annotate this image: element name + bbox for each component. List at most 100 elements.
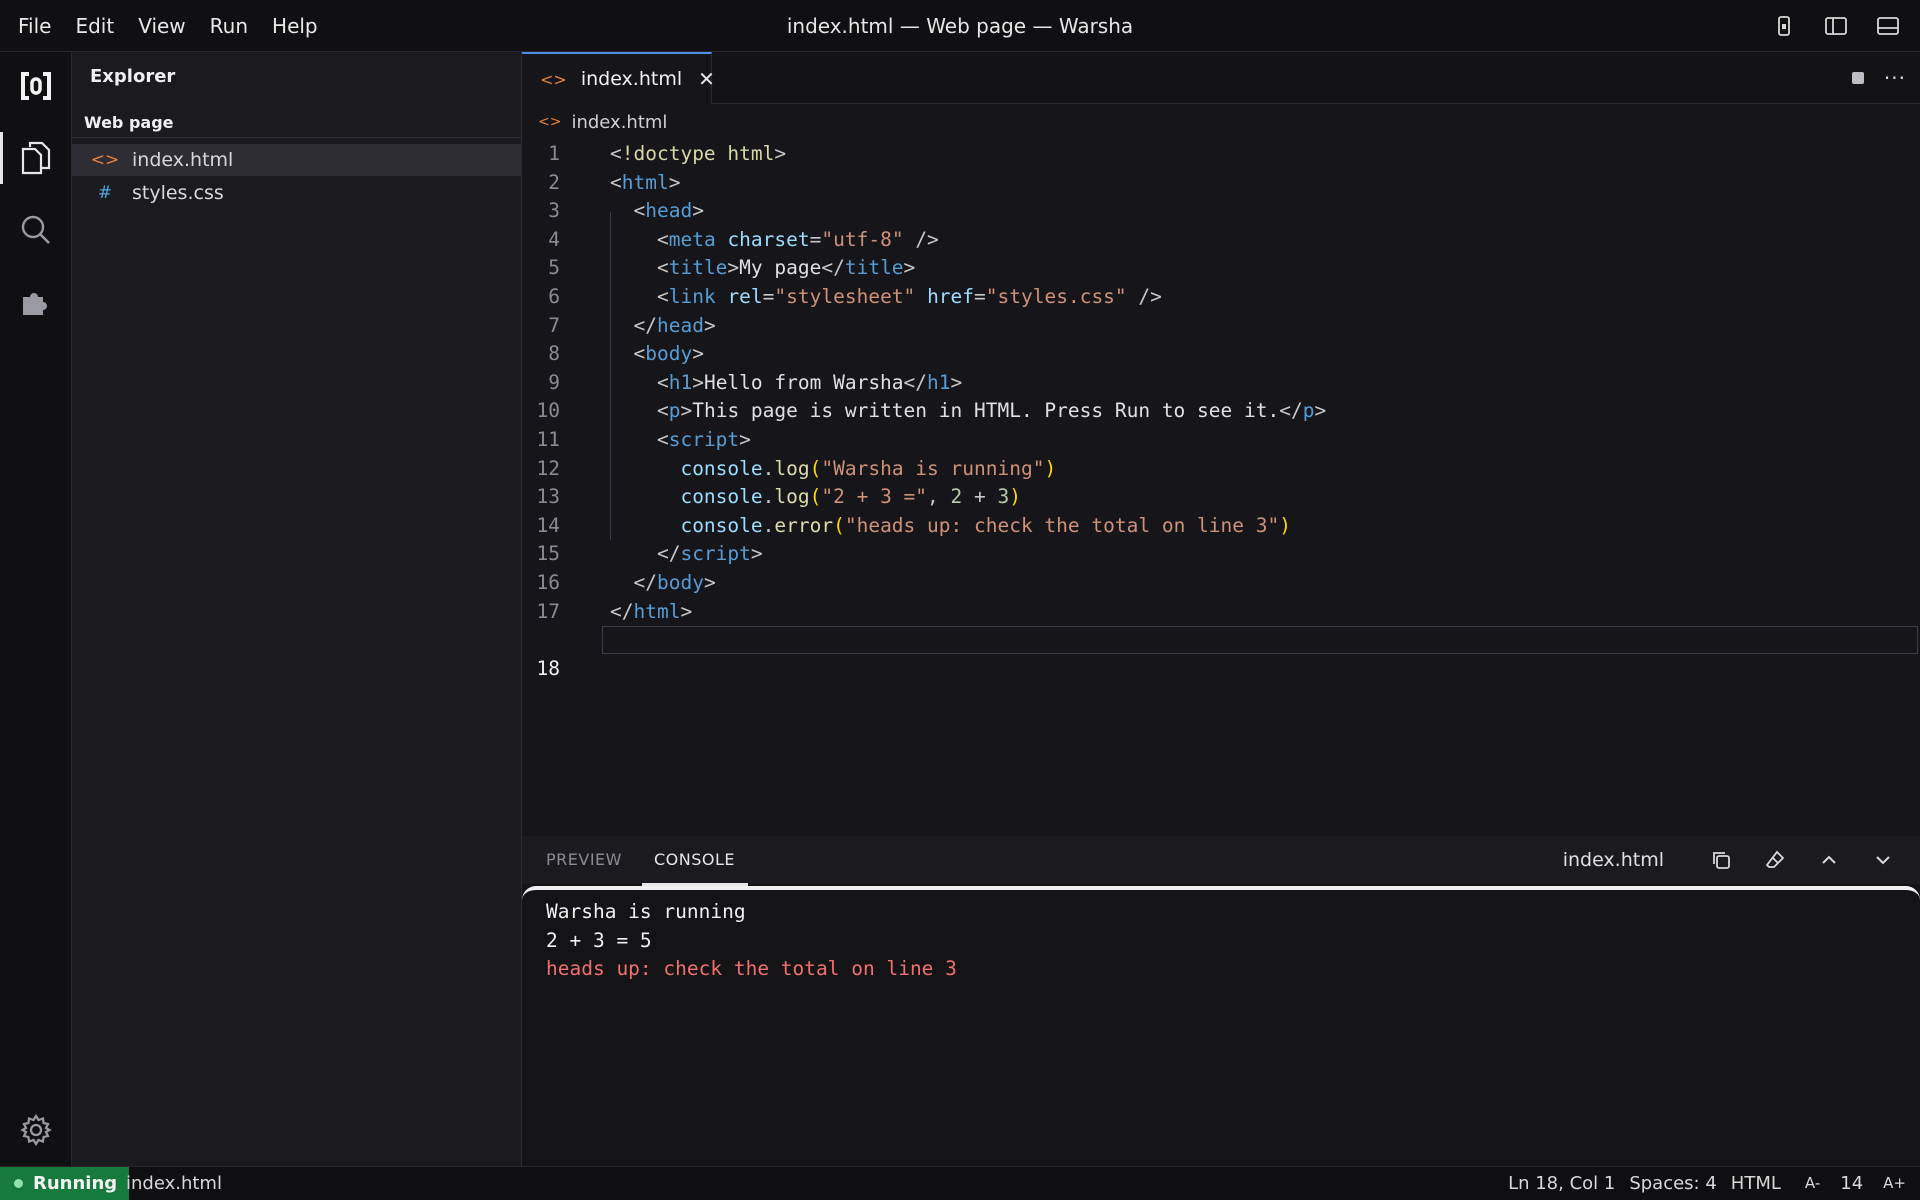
chevron-up-icon <box>1822 855 1836 864</box>
panel-actions: index.html <box>1563 836 1910 884</box>
panel-header: PREVIEW CONSOLE index.html <box>522 836 1920 886</box>
html-file-icon: <> <box>538 114 562 130</box>
gear-icon <box>20 1114 52 1146</box>
status-right: Ln 18, Col 1 Spaces: 4 HTML A- 14 A+ <box>1508 1167 1906 1200</box>
line-number: 17 <box>536 599 560 623</box>
title-bar: File Edit View Run Help index.html — Web… <box>0 0 1920 52</box>
menu-help[interactable]: Help <box>260 0 330 52</box>
explorer-sidebar: Explorer Web page <> index.html # styles… <box>72 52 522 1166</box>
console-log-line: 2 + 3 = 5 <box>546 928 652 952</box>
editor-actions: ··· <box>1851 52 1906 104</box>
indentation[interactable]: Spaces: 4 <box>1629 1167 1716 1200</box>
html-file-icon: <> <box>540 69 567 89</box>
status-file: index.html <box>126 1173 222 1194</box>
code-line: 6 <link rel="stylesheet" href="styles.cs… <box>522 283 1920 312</box>
toggle-sidebar-button[interactable] <box>1814 6 1858 46</box>
line-number: 7 <box>548 313 560 337</box>
stop-button[interactable] <box>1851 72 1864 84</box>
breadcrumb: <> index.html <box>538 108 667 136</box>
code-line: 3 <head> <box>522 197 1920 226</box>
sidebar-layout-icon <box>1825 17 1847 35</box>
more-actions-button[interactable]: ··· <box>1884 66 1906 90</box>
eraser-icon <box>1765 850 1785 868</box>
status-bar: Running index.html Ln 18, Col 1 Spaces: … <box>0 1166 1920 1200</box>
extensions-icon <box>23 293 47 315</box>
breadcrumb-item[interactable]: index.html <box>571 112 667 133</box>
running-label: Running <box>33 1173 118 1194</box>
line-number: 1 <box>548 142 560 165</box>
close-icon[interactable]: ✕ <box>698 67 715 91</box>
menu-view[interactable]: View <box>126 0 197 52</box>
file-item-index-html[interactable]: <> index.html <box>72 144 521 176</box>
panel-layout-icon <box>1877 17 1899 35</box>
app-logo <box>0 54 72 118</box>
line-number: 13 <box>536 485 560 509</box>
console-error-line: heads up: check the total on line 3 <box>546 957 957 981</box>
tab-console[interactable]: CONSOLE <box>654 836 735 884</box>
font-decrease-button[interactable]: A- <box>1805 1167 1820 1200</box>
css-file-icon: # <box>97 183 113 203</box>
code-line: 10 <p>This page is written in HTML. Pres… <box>522 397 1920 426</box>
line-number: 15 <box>536 542 560 566</box>
menu-edit[interactable]: Edit <box>63 0 126 52</box>
activity-search[interactable] <box>0 198 72 262</box>
toggle-panel-button[interactable] <box>1866 6 1910 46</box>
file-item-styles-css[interactable]: # styles.css <box>72 177 521 209</box>
code-line: 13 console.log("2 + 3 =", 2 + 3) <box>522 483 1920 512</box>
copy-icon <box>1713 852 1730 869</box>
html-file-icon: <> <box>90 150 120 170</box>
language-mode[interactable]: HTML <box>1731 1167 1781 1200</box>
line-number: 10 <box>536 399 560 423</box>
running-badge[interactable]: Running <box>0 1167 130 1200</box>
code-line: 17 </html> <box>522 598 1920 627</box>
code-line: 4 <meta charset="utf-8" /> <box>522 226 1920 255</box>
status-dot-icon <box>14 1179 23 1188</box>
code-line: 5 <title>My page</title> <box>522 254 1920 283</box>
maximize-panel-button[interactable] <box>1802 840 1856 880</box>
editor-tab-bar: <> index.html ✕ ··· <box>522 52 1920 104</box>
code-line: 2 <html> <box>522 169 1920 198</box>
explorer-title: Explorer <box>90 66 176 87</box>
activity-bar <box>0 52 72 1166</box>
activity-explorer[interactable] <box>0 126 72 190</box>
line-number: 2 <box>548 170 560 194</box>
menu-bar: File Edit View Run Help <box>6 0 330 52</box>
project-folder-header[interactable]: Web page <box>72 108 521 138</box>
mobile-preview-button[interactable] <box>1762 6 1806 46</box>
line-number: 18 <box>536 656 560 680</box>
font-size-value: 14 <box>1840 1173 1864 1194</box>
code-line: 8 <body> <box>522 340 1920 369</box>
tab-preview[interactable]: PREVIEW <box>546 836 622 884</box>
line-number: 3 <box>548 199 560 223</box>
settings-button[interactable] <box>0 1098 72 1162</box>
file-name: styles.css <box>132 182 224 204</box>
clear-console-button[interactable] <box>1748 840 1802 880</box>
code-line: 7 </head> <box>522 312 1920 341</box>
title-actions <box>1762 0 1910 52</box>
code-line: 15 </script> <box>522 540 1920 569</box>
cursor-position[interactable]: Ln 18, Col 1 <box>1508 1167 1615 1200</box>
line-number: 12 <box>536 456 560 480</box>
menu-run[interactable]: Run <box>198 0 260 52</box>
collapse-panel-button[interactable] <box>1856 840 1910 880</box>
phone-icon <box>1778 16 1790 36</box>
tab-index-html[interactable]: <> index.html ✕ <box>522 52 715 104</box>
activity-extensions[interactable] <box>0 270 72 334</box>
copy-button[interactable] <box>1694 840 1748 880</box>
font-increase-button[interactable]: A+ <box>1883 1167 1906 1200</box>
menu-file[interactable]: File <box>6 0 63 52</box>
line-number: 5 <box>548 256 560 280</box>
code-line: 1 <!doctype html> <box>522 140 1920 169</box>
code-line: 11 <script> <box>522 426 1920 455</box>
line-number: 16 <box>536 571 560 594</box>
line-number: 14 <box>536 513 560 537</box>
code-line: 14 console.error("heads up: check the to… <box>522 512 1920 541</box>
code-line-current: 18 <box>522 626 1920 680</box>
line-number: 11 <box>536 428 560 451</box>
current-line-highlight <box>602 626 1918 655</box>
editor-area: <> index.html ✕ ··· <> index.html 1 <!doc… <box>522 52 1920 836</box>
logo-icon <box>21 72 51 100</box>
line-number: 6 <box>548 285 560 308</box>
panel-file-label: index.html <box>1562 849 1664 871</box>
tab-label: index.html <box>580 68 683 90</box>
